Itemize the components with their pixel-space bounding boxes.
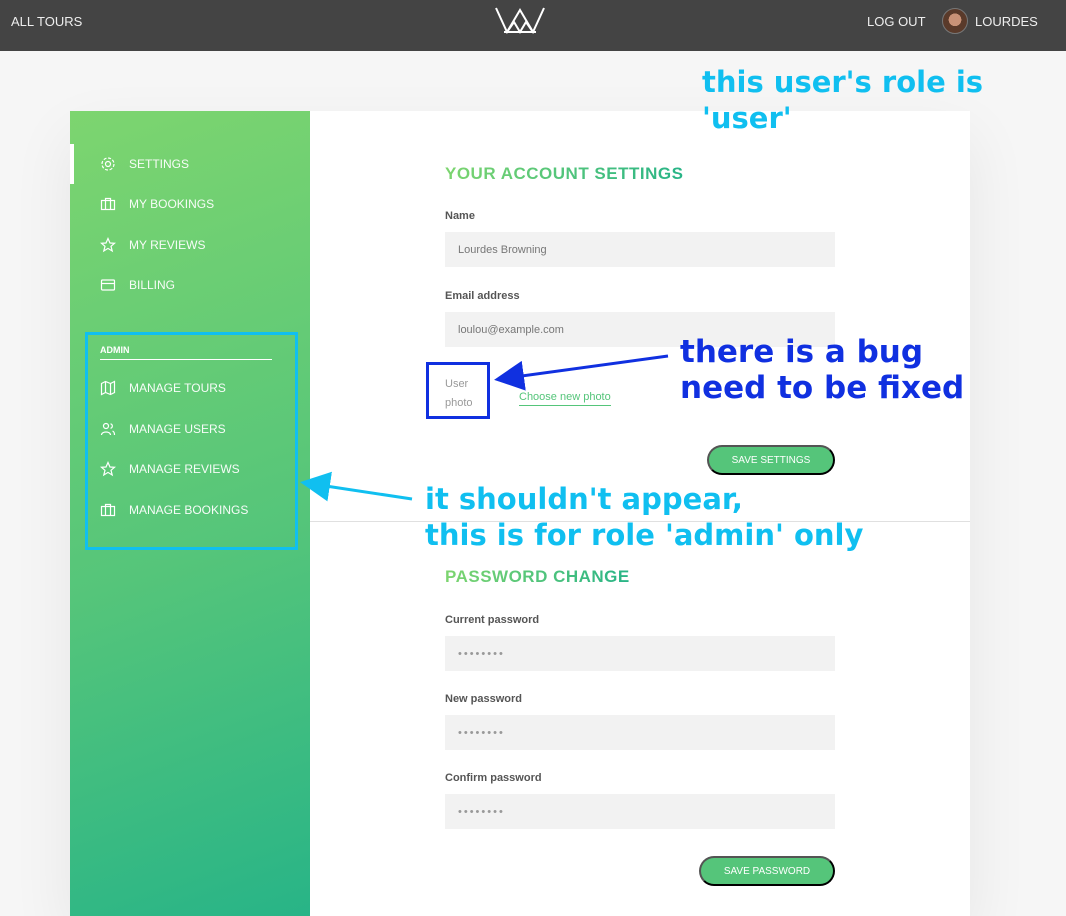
current-password-label: Current password [445, 614, 540, 626]
confirm-password-input[interactable]: •••••••• [445, 794, 835, 829]
bug-note-line-2: need to be fixed [680, 370, 965, 406]
user-avatar[interactable] [942, 8, 968, 34]
user-name-link[interactable]: LOURDES [975, 14, 1038, 29]
admin-note-line-1: it shouldn't appear, [425, 482, 743, 516]
admin-note: it shouldn't appear, this is for role 'a… [425, 481, 863, 553]
sidebar-item-my-reviews[interactable]: MY REVIEWS [70, 225, 310, 265]
admin-highlight-box [85, 332, 298, 550]
new-password-input[interactable]: •••••••• [445, 715, 835, 750]
account-settings-title: YOUR ACCOUNT SETTINGS [445, 164, 684, 183]
sidebar-item-label: MY REVIEWS [129, 238, 206, 252]
confirm-password-label: Confirm password [445, 772, 542, 784]
name-label: Name [445, 210, 475, 222]
settings-icon [101, 157, 115, 171]
sidebar-item-label: MY BOOKINGS [129, 197, 215, 211]
log-out-link[interactable]: LOG OUT [867, 14, 926, 29]
new-password-label: New password [445, 693, 523, 705]
sidebar-item-my-bookings[interactable]: MY BOOKINGS [70, 184, 310, 224]
email-label: Email address [445, 290, 520, 302]
save-password-button[interactable]: SAVE PASSWORD [699, 856, 835, 886]
sidebar-item-billing[interactable]: BILLING [70, 265, 310, 305]
top-nav: ALL TOURS LOG OUT LOURDES [0, 0, 1066, 51]
admin-note-line-2: this is for role 'admin' only [425, 518, 864, 552]
logo-icon [495, 7, 545, 34]
role-note: this user's role is 'user' [702, 65, 984, 135]
photo-highlight-box [426, 362, 490, 419]
bug-note-line-1: there is a bug [680, 334, 924, 370]
bug-note: there is a bug need to be fixed [680, 334, 964, 406]
all-tours-link[interactable]: ALL TOURS [11, 14, 82, 29]
credit-card-icon [100, 279, 116, 291]
sidebar-item-label: SETTINGS [129, 157, 190, 171]
choose-photo-link[interactable]: Choose new photo [519, 391, 611, 406]
name-input[interactable]: Lourdes Browning [445, 232, 835, 267]
briefcase-icon [100, 197, 116, 211]
current-password-input[interactable]: •••••••• [445, 636, 835, 671]
sidebar-item-label: BILLING [129, 278, 176, 292]
password-change-title: PASSWORD CHANGE [445, 567, 630, 586]
save-settings-button[interactable]: SAVE SETTINGS [707, 445, 835, 475]
star-icon [100, 237, 116, 253]
sidebar-item-settings[interactable]: SETTINGS [70, 144, 310, 184]
